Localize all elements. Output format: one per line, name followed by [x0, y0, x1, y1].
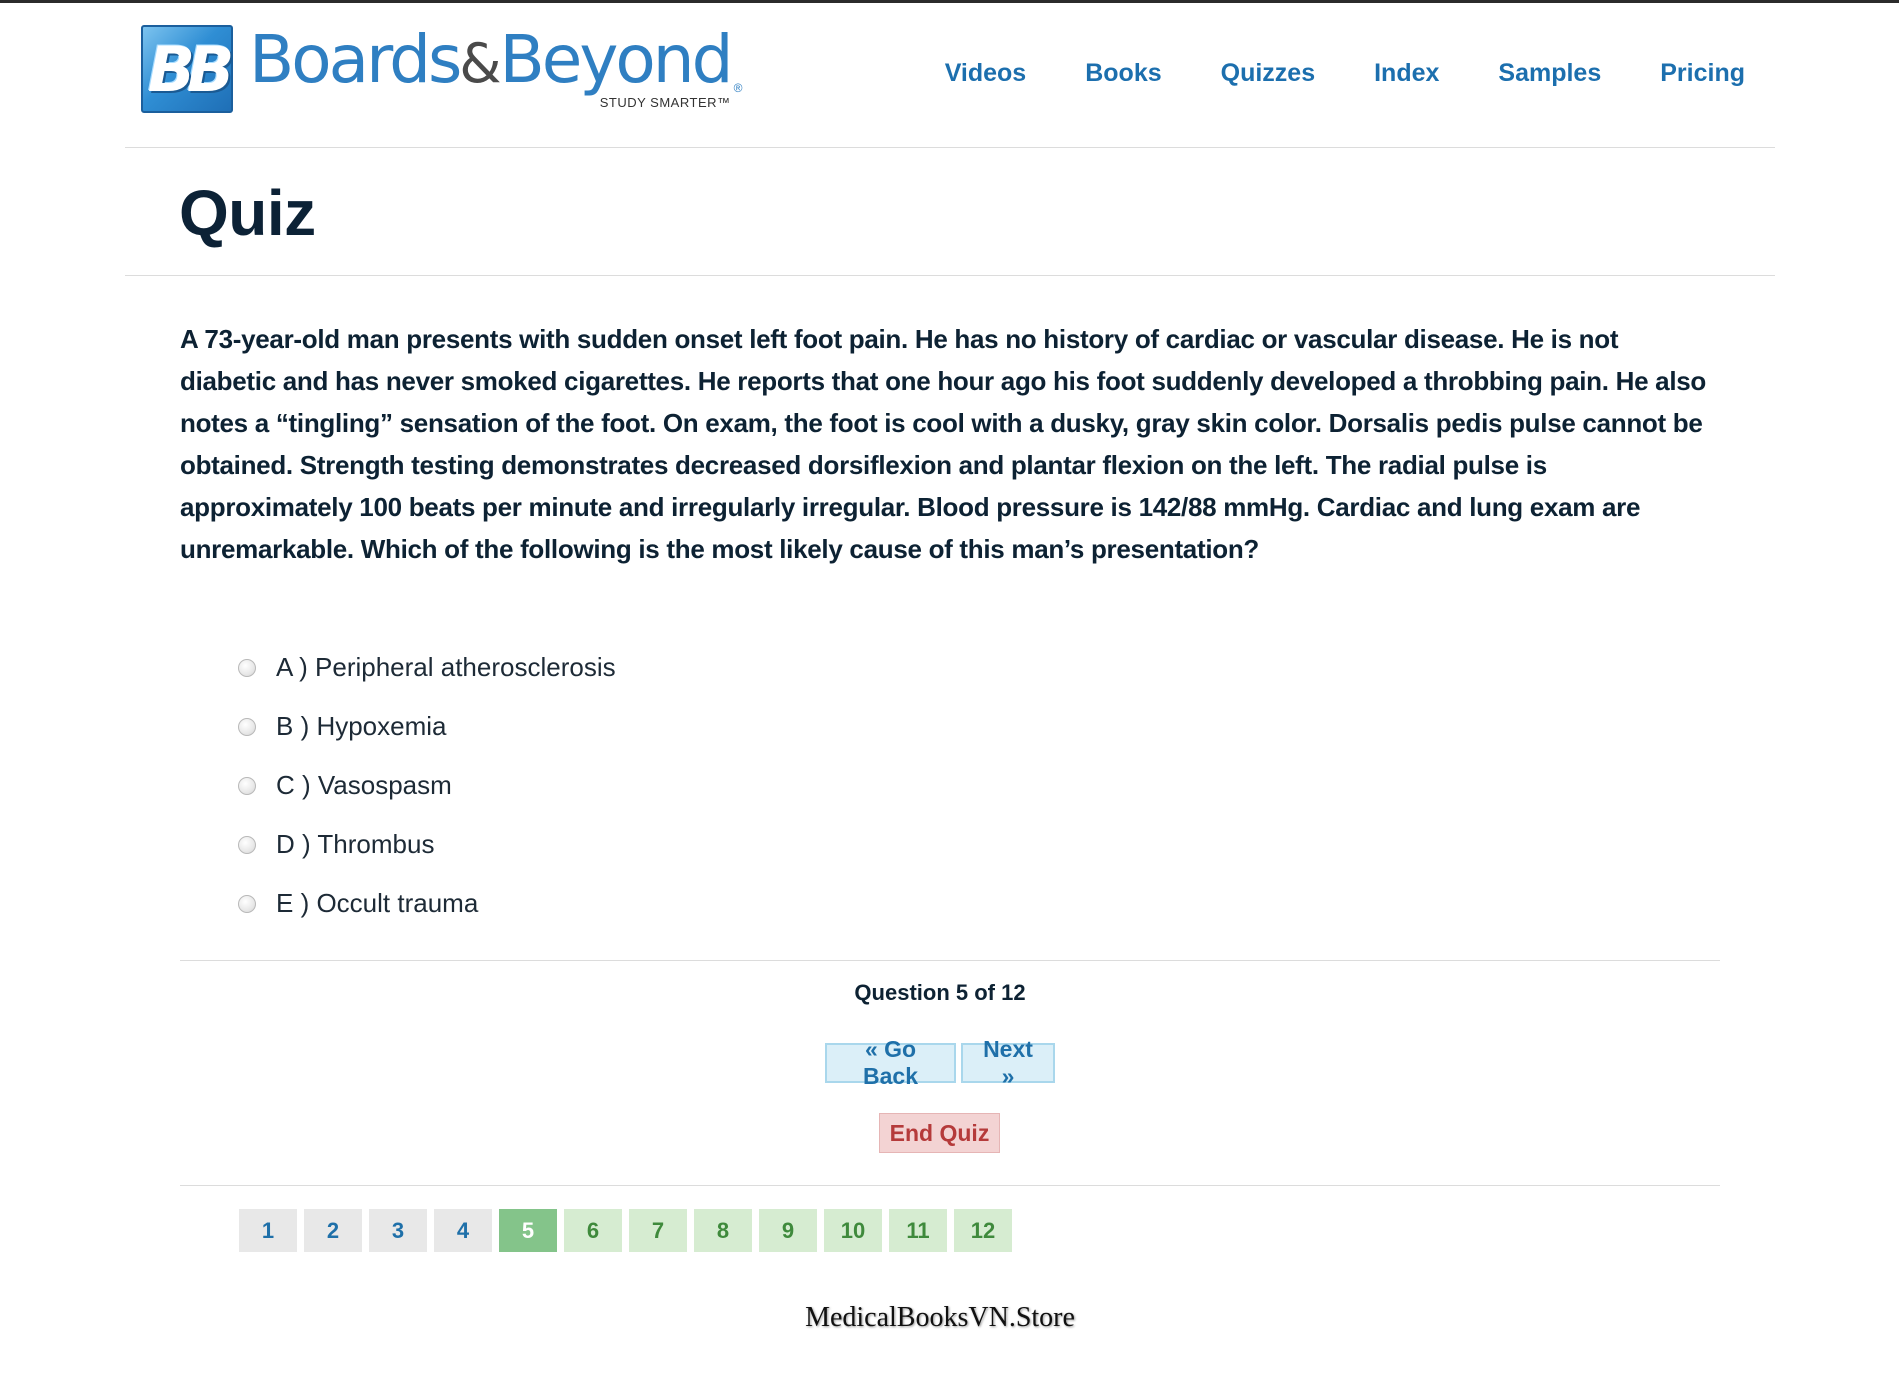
- nav-samples[interactable]: Samples: [1498, 59, 1601, 88]
- answer-option-b[interactable]: B ) Hypoxemia: [238, 697, 616, 756]
- nav-index[interactable]: Index: [1374, 59, 1439, 88]
- page-link-7[interactable]: 7: [629, 1209, 687, 1252]
- question-pagination: 1 2 3 4 5 6 7 8 9 10 11 12: [239, 1209, 1012, 1252]
- logo-word-amp: &: [459, 32, 501, 95]
- page-link-1[interactable]: 1: [239, 1209, 297, 1252]
- answer-label: C ) Vasospasm: [276, 770, 452, 800]
- logo-tagline: STUDY SMARTER™: [599, 95, 731, 110]
- page-link-2[interactable]: 2: [304, 1209, 362, 1252]
- logo-word-right: Beyond: [499, 21, 733, 98]
- answer-option-c[interactable]: C ) Vasospasm: [238, 756, 616, 815]
- page-link-12[interactable]: 12: [954, 1209, 1012, 1252]
- divider: [180, 1185, 1720, 1186]
- next-button[interactable]: Next »: [961, 1036, 1055, 1089]
- page-link-4[interactable]: 4: [434, 1209, 492, 1252]
- nav-quizzes[interactable]: Quizzes: [1221, 59, 1315, 88]
- question-nav-buttons: « Go Back Next »: [825, 1036, 1055, 1089]
- nav-pricing[interactable]: Pricing: [1660, 59, 1745, 88]
- nav-videos[interactable]: Videos: [945, 59, 1027, 88]
- answer-option-a[interactable]: A ) Peripheral atherosclerosis: [238, 638, 616, 697]
- answer-label: D ) Thrombus: [276, 829, 435, 859]
- logo-word-left: Boards: [249, 21, 462, 98]
- logo-mark: BB: [141, 25, 234, 113]
- page-link-11[interactable]: 11: [889, 1209, 947, 1252]
- page-title-section: Quiz: [125, 148, 1775, 276]
- page-link-3[interactable]: 3: [369, 1209, 427, 1252]
- page-title: Quiz: [179, 177, 316, 249]
- end-quiz-button[interactable]: End Quiz: [879, 1113, 1000, 1153]
- radio-button[interactable]: [238, 835, 256, 854]
- answer-option-e[interactable]: E ) Occult trauma: [238, 874, 616, 933]
- nav-books[interactable]: Books: [1085, 59, 1161, 88]
- page-link-9[interactable]: 9: [759, 1209, 817, 1252]
- watermark: MedicalBooksVN.Store: [805, 1302, 1075, 1333]
- answer-label: A ) Peripheral atherosclerosis: [276, 652, 616, 682]
- site-header: BB Boards&Beyond ® STUDY SMARTER™ Videos…: [125, 3, 1775, 148]
- page-link-5-current[interactable]: 5: [499, 1209, 557, 1252]
- go-back-button[interactable]: « Go Back: [825, 1036, 956, 1089]
- logo-wordmark: Boards&Beyond ® STUDY SMARTER™: [249, 25, 743, 115]
- page-link-8[interactable]: 8: [694, 1209, 752, 1252]
- answer-list: A ) Peripheral atherosclerosis B ) Hypox…: [238, 638, 616, 933]
- answer-label: E ) Occult trauma: [276, 888, 479, 918]
- answer-label: B ) Hypoxemia: [276, 711, 447, 741]
- radio-button[interactable]: [238, 717, 256, 736]
- question-stem: A 73-year-old man presents with sudden o…: [180, 324, 1706, 564]
- main-nav: Videos Books Quizzes Index Samples Prici…: [886, 59, 1745, 88]
- logo-registered-mark: ®: [733, 81, 743, 95]
- radio-button[interactable]: [238, 776, 256, 795]
- question-counter: Question 5 of 12: [854, 980, 1026, 1005]
- page-link-6[interactable]: 6: [564, 1209, 622, 1252]
- radio-button[interactable]: [238, 658, 256, 677]
- radio-button[interactable]: [238, 894, 256, 913]
- site-logo[interactable]: BB Boards&Beyond ® STUDY SMARTER™: [141, 25, 743, 115]
- page-link-10[interactable]: 10: [824, 1209, 882, 1252]
- answer-option-d[interactable]: D ) Thrombus: [238, 815, 616, 874]
- divider: [180, 960, 1720, 961]
